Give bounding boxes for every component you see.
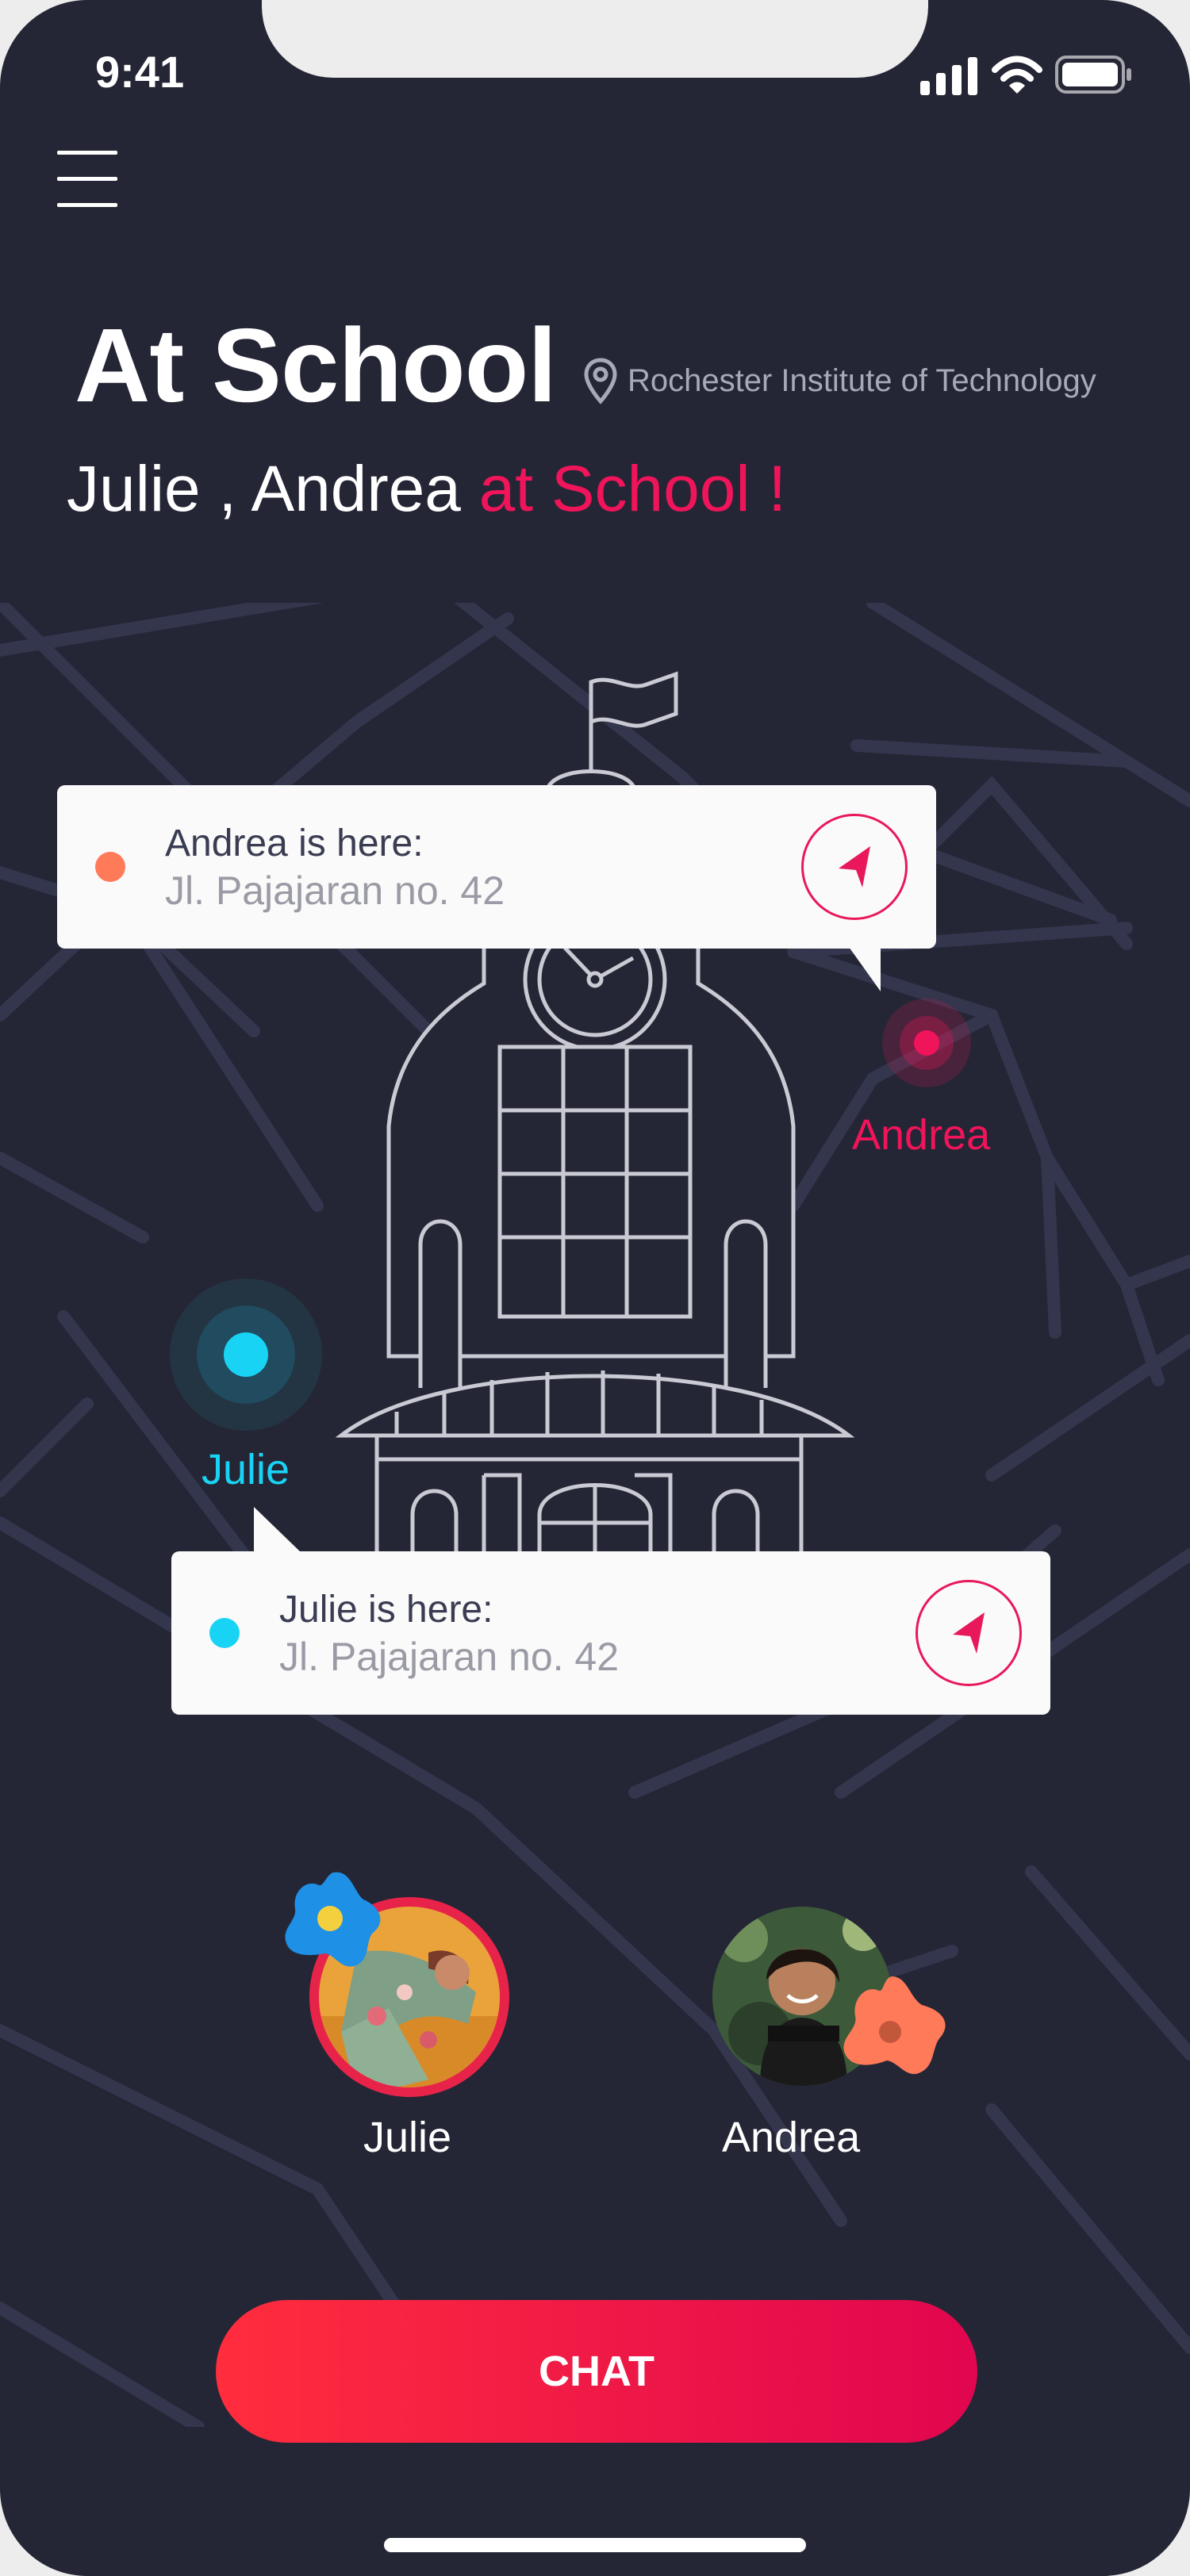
- andrea-marker[interactable]: [914, 1030, 939, 1056]
- subtitle-names: Julie , Andrea: [67, 453, 461, 525]
- status-time: 9:41: [95, 47, 185, 97]
- location-label: Rochester Institute of Technology: [583, 357, 1096, 404]
- subtitle-accent: at School !: [478, 453, 787, 525]
- home-indicator[interactable]: [384, 2538, 806, 2552]
- julie-marker[interactable]: [224, 1332, 268, 1377]
- julie-card-pointer: [254, 1507, 301, 1553]
- andrea-location-card[interactable]: Andrea is here: Jl. Pajajaran no. 42: [57, 785, 936, 949]
- andrea-map-label: Andrea: [852, 1111, 991, 1159]
- status-subtitle: Julie , Andrea at School !: [67, 452, 786, 527]
- julie-location-card[interactable]: Julie is here: Jl. Pajajaran no. 42: [171, 1551, 1050, 1715]
- navigate-arrow-icon: [953, 1612, 985, 1654]
- julie-map-label: Julie: [202, 1446, 290, 1493]
- julie-avatar-name: Julie: [363, 2114, 452, 2161]
- menu-icon[interactable]: [57, 151, 117, 207]
- navigate-arrow-icon: [839, 846, 870, 887]
- chat-button[interactable]: CHAT: [216, 2300, 977, 2443]
- battery-icon: [1055, 56, 1131, 94]
- julie-card-title: Julie is here:: [279, 1589, 493, 1631]
- andrea-card-title: Andrea is here:: [165, 822, 424, 864]
- andrea-status-dot: [95, 852, 125, 882]
- blob-badge-icon: [285, 1872, 381, 1967]
- andrea-navigate-button[interactable]: [801, 814, 908, 920]
- blob-badge-icon: [843, 1976, 946, 2075]
- location-text: Rochester Institute of Technology: [628, 362, 1096, 398]
- wifi-icon: [992, 56, 1042, 94]
- location-pin-icon: [584, 358, 617, 404]
- page-title: At School: [75, 307, 557, 424]
- andrea-card-address: Jl. Pajajaran no. 42: [165, 868, 505, 913]
- device-notch: [262, 0, 928, 78]
- andrea-avatar-name: Andrea: [722, 2114, 861, 2161]
- phone-screen: 9:41 At School Rochester Institute of Te…: [0, 0, 1190, 2576]
- julie-status-dot: [209, 1618, 240, 1648]
- andrea-card-pointer: [849, 947, 881, 991]
- julie-navigate-button[interactable]: [916, 1580, 1022, 1686]
- signal-icon: [920, 57, 977, 95]
- julie-card-address: Jl. Pajajaran no. 42: [279, 1635, 620, 1679]
